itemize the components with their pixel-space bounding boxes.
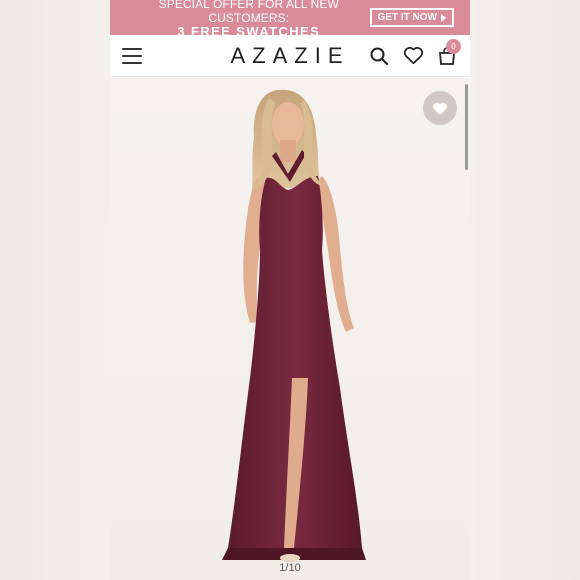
search-icon[interactable] [368, 45, 390, 67]
play-arrow-icon [441, 13, 446, 22]
cart-count-badge: 0 [446, 38, 461, 54]
nav-icons: 0 [368, 38, 461, 67]
cart-icon[interactable]: 0 [436, 38, 461, 67]
scrollbar[interactable] [465, 84, 468, 170]
background-right [470, 0, 580, 580]
image-counter: 1/10 [279, 562, 301, 574]
top-navbar: AZAZIE 0 [110, 35, 470, 77]
get-it-now-label: GET IT NOW [377, 12, 437, 23]
get-it-now-button[interactable]: GET IT NOW [369, 8, 454, 27]
mobile-page: SPECIAL OFFER FOR ALL NEW CUSTOMERS: 3 F… [110, 0, 470, 580]
favorite-heart-icon [432, 102, 448, 115]
favorite-button[interactable] [423, 91, 457, 125]
background-left [0, 0, 110, 580]
promo-text: SPECIAL OFFER FOR ALL NEW CUSTOMERS: 3 F… [128, 0, 370, 39]
promo-line1: SPECIAL OFFER FOR ALL NEW CUSTOMERS: [158, 0, 339, 25]
menu-icon[interactable] [122, 47, 142, 64]
product-photo [222, 89, 366, 562]
promo-banner[interactable]: SPECIAL OFFER FOR ALL NEW CUSTOMERS: 3 F… [110, 0, 470, 38]
heart-icon[interactable] [402, 45, 424, 67]
product-image-gallery[interactable]: 1/10 [110, 78, 470, 580]
